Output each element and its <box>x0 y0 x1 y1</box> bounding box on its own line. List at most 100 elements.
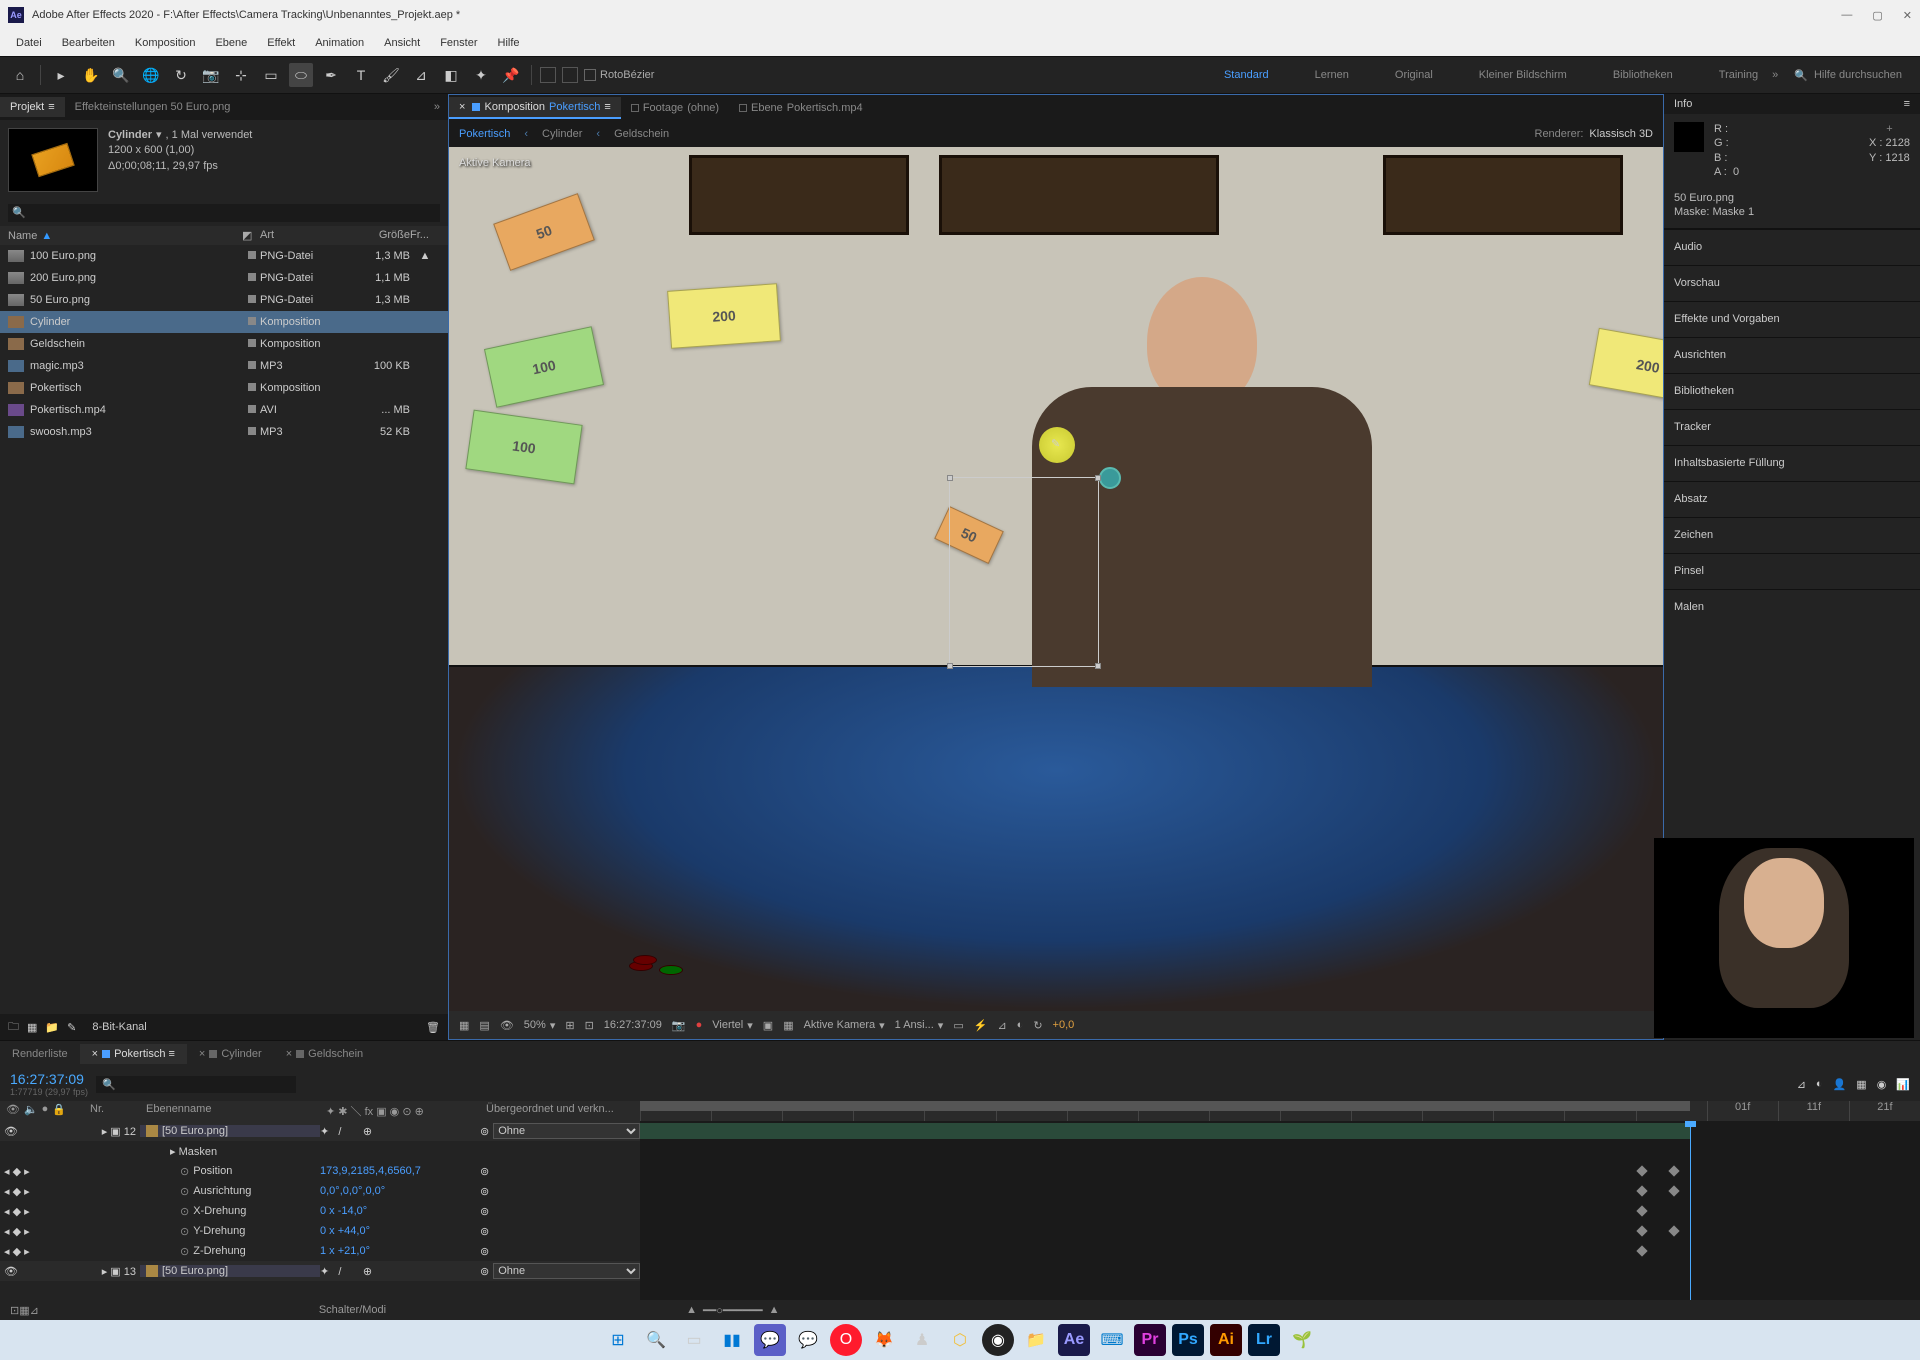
project-tab[interactable]: Projekt ≡ <box>0 97 65 117</box>
rotate-tool[interactable]: ↻ <box>169 63 193 87</box>
clone-tool[interactable]: ⊿ <box>409 63 433 87</box>
premiere-icon[interactable]: Pr <box>1134 1324 1166 1356</box>
pixel-aspect-icon[interactable]: ▭ <box>953 1019 963 1032</box>
nav-back-icon[interactable]: ‹ <box>524 128 528 140</box>
minimize-button[interactable]: — <box>1841 9 1852 22</box>
illustrator-icon[interactable]: Ai <box>1210 1324 1242 1356</box>
fast-preview-icon[interactable]: ▣ <box>763 1019 773 1032</box>
timeline-row[interactable]: ▸ Masken <box>0 1141 640 1161</box>
channel-icon[interactable]: ● <box>696 1019 703 1031</box>
side-panel-zeichen[interactable]: Zeichen <box>1664 517 1920 553</box>
draft-3d-icon[interactable]: ◐ <box>1816 1078 1823 1091</box>
timeline-row[interactable]: ◂ ◆ ▸⊙ Z-Drehung1 x +21,0°⊚ <box>0 1241 640 1261</box>
maximize-button[interactable]: ▢ <box>1872 9 1882 22</box>
timeline-zoom-slider[interactable]: ▲━━○━━━━━━▲ <box>686 1304 779 1317</box>
new-comp-icon[interactable]: ▦ <box>27 1021 37 1034</box>
timeline-row[interactable]: 👁▸ ▣ 13[50 Euro.png]✦ / ⊕⊚Ohne <box>0 1261 640 1281</box>
search-taskbar[interactable]: 🔍 <box>640 1324 672 1356</box>
nav-crumb[interactable]: Geldschein <box>614 128 669 140</box>
menu-ebene[interactable]: Ebene <box>207 33 255 53</box>
project-item[interactable]: swoosh.mp3MP352 KB <box>0 421 448 443</box>
timeline-tab[interactable]: × Geldschein <box>274 1044 375 1064</box>
viewer-tab[interactable]: Footage (ohne) <box>621 98 729 118</box>
rotobezier-checkbox[interactable]: RotoBézier <box>584 69 654 81</box>
sort-arrow-icon[interactable]: ▲ <box>41 230 52 242</box>
lightroom-icon[interactable]: Lr <box>1248 1324 1280 1356</box>
camera-tool[interactable]: 📷 <box>199 63 223 87</box>
nav-crumb[interactable]: Pokertisch <box>459 128 510 140</box>
timeline-tab[interactable]: × Cylinder <box>187 1044 274 1064</box>
menu-datei[interactable]: Datei <box>8 33 50 53</box>
menu-bearbeiten[interactable]: Bearbeiten <box>54 33 123 53</box>
timeline-tab[interactable]: × Pokertisch ≡ <box>80 1044 187 1064</box>
project-search-input[interactable] <box>8 204 440 222</box>
app-icon[interactable]: 🌱 <box>1286 1324 1318 1356</box>
trash-icon[interactable]: 🗑 <box>426 1021 440 1034</box>
vscode-icon[interactable]: ⌨ <box>1096 1324 1128 1356</box>
opera-icon[interactable]: O <box>830 1324 862 1356</box>
snapshot-icon[interactable]: 📷 <box>672 1019 686 1032</box>
timecode-display[interactable]: 16:27:37:09 <box>604 1019 662 1031</box>
camera-dropdown[interactable]: Aktive Kamera▾ <box>804 1019 885 1032</box>
ruler-tick[interactable]: 11f <box>1778 1101 1849 1121</box>
timeline-row[interactable]: 👁▸ ▣ 12[50 Euro.png]✦ / ⊕⊚Ohne <box>0 1121 640 1141</box>
timeline-row[interactable]: ◂ ◆ ▸⊙ Position173,9,2185,4,6560,7⊚ <box>0 1161 640 1181</box>
panel-overflow[interactable]: » <box>426 101 448 113</box>
shy-icon[interactable]: 👤 <box>1833 1078 1847 1091</box>
timeline-row[interactable]: ◂ ◆ ▸⊙ X-Drehung0 x -14,0°⊚ <box>0 1201 640 1221</box>
panel-menu-icon[interactable]: ≡ <box>1904 98 1910 110</box>
photoshop-icon[interactable]: Ps <box>1172 1324 1204 1356</box>
interpret-footage-icon[interactable]: 🗀 <box>8 1018 19 1037</box>
firefox-icon[interactable]: 🦊 <box>868 1324 900 1356</box>
menu-animation[interactable]: Animation <box>307 33 372 53</box>
start-button[interactable]: ⊞ <box>602 1324 634 1356</box>
workspace-original[interactable]: Original <box>1387 65 1441 85</box>
adjustment-layer-icon[interactable]: ✎ <box>67 1021 76 1034</box>
ruler-tick[interactable]: 01f <box>1707 1101 1778 1121</box>
menu-fenster[interactable]: Fenster <box>432 33 485 53</box>
side-panel-pinsel[interactable]: Pinsel <box>1664 553 1920 589</box>
stroke-swatch[interactable] <box>562 67 578 83</box>
hand-tool[interactable]: ✋ <box>79 63 103 87</box>
motion-blur-icon[interactable]: ◉ <box>1877 1078 1887 1091</box>
after-effects-icon[interactable]: Ae <box>1058 1324 1090 1356</box>
project-item[interactable]: PokertischKomposition <box>0 377 448 399</box>
exposure-value[interactable]: +0,0 <box>1053 1019 1075 1031</box>
eraser-tool[interactable]: ◧ <box>439 63 463 87</box>
side-panel-bibliotheken[interactable]: Bibliotheken <box>1664 373 1920 409</box>
app-icon[interactable]: ⬡ <box>944 1324 976 1356</box>
grid-icon[interactable]: ▦ <box>783 1019 793 1032</box>
new-folder-icon[interactable]: 📁 <box>45 1021 59 1034</box>
current-time[interactable]: 16:27:37:09 <box>10 1071 88 1087</box>
app-icon[interactable]: ♟ <box>906 1324 938 1356</box>
side-panel-effekte-und-vorgaben[interactable]: Effekte und Vorgaben <box>1664 301 1920 337</box>
toggle-modes-icon[interactable]: ▦ <box>19 1304 29 1317</box>
dropdown-caret-icon[interactable]: ▾ <box>156 128 162 143</box>
viewer-tab[interactable]: Ebene Pokertisch.mp4 <box>729 98 873 118</box>
viewport[interactable]: 50 100 100 200 200 50 ✎ Aktive Kamera <box>449 147 1663 1011</box>
menu-ansicht[interactable]: Ansicht <box>376 33 428 53</box>
side-panel-absatz[interactable]: Absatz <box>1664 481 1920 517</box>
toggle-alpha-icon[interactable]: ▦ <box>459 1019 469 1032</box>
project-item[interactable]: 200 Euro.pngPNG-Datei1,1 MB <box>0 267 448 289</box>
toggle-switches-icon[interactable]: ⊡ <box>10 1304 19 1317</box>
ruler-tick[interactable]: 21f <box>1849 1101 1920 1121</box>
roto-tool[interactable]: ✦ <box>469 63 493 87</box>
region-icon[interactable]: ⊡ <box>585 1019 594 1032</box>
timeline-row[interactable]: ◂ ◆ ▸⊙ Y-Drehung0 x +44,0°⊚ <box>0 1221 640 1241</box>
workspace-bibliotheken[interactable]: Bibliotheken <box>1605 65 1681 85</box>
effect-controls-tab[interactable]: Effekteinstellungen 50 Euro.png <box>65 97 241 117</box>
project-item[interactable]: magic.mp3MP3100 KB <box>0 355 448 377</box>
menu-hilfe[interactable]: Hilfe <box>490 33 528 53</box>
viewer-tab[interactable]: × Komposition Pokertisch ≡ <box>449 97 621 119</box>
side-panel-malen[interactable]: Malen <box>1664 589 1920 625</box>
menu-effekt[interactable]: Effekt <box>259 33 303 53</box>
side-panel-inhaltsbasierte-füllung[interactable]: Inhaltsbasierte Füllung <box>1664 445 1920 481</box>
fast-draft-icon[interactable]: ⚡ <box>974 1019 988 1032</box>
workspace-lernen[interactable]: Lernen <box>1307 65 1357 85</box>
comp-mini-flowchart-icon[interactable]: ⊿ <box>1797 1078 1806 1091</box>
orbit-tool[interactable]: 🌐 <box>139 63 163 87</box>
whatsapp-icon[interactable]: 💬 <box>792 1324 824 1356</box>
side-panel-audio[interactable]: Audio <box>1664 229 1920 265</box>
home-button[interactable]: ⌂ <box>8 63 32 87</box>
